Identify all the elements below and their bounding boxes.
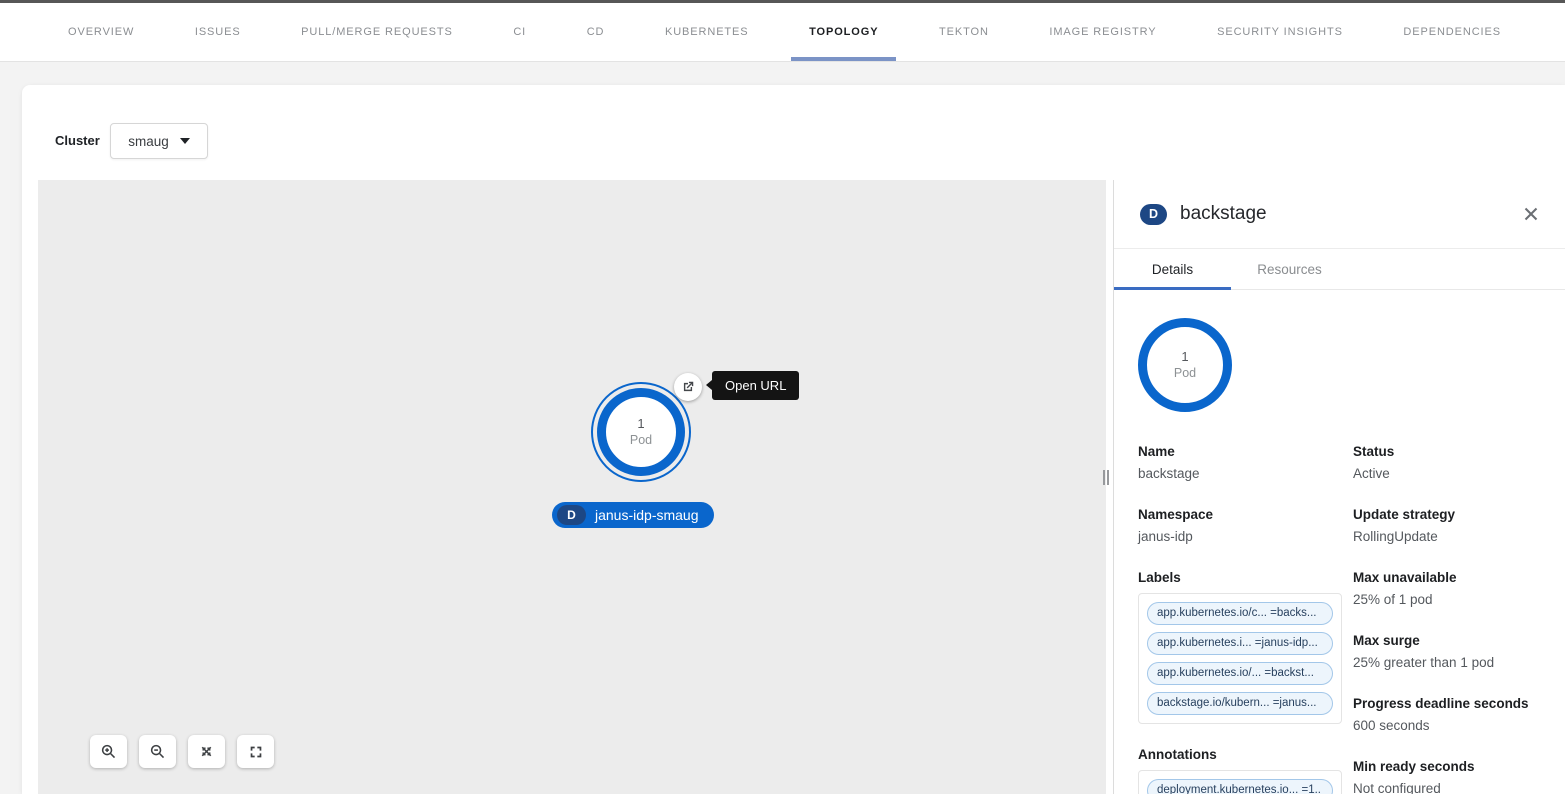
tooltip-text: Open URL [725, 378, 786, 393]
node-pod-word: Pod [630, 432, 652, 448]
deployment-badge: D [557, 505, 586, 525]
fullscreen-icon [248, 744, 264, 760]
tab-pull-merge-requests[interactable]: PULL/MERGE REQUESTS [295, 3, 459, 61]
detail-labels-label: Labels [1138, 568, 1342, 588]
detail-status-label: Status [1353, 442, 1541, 462]
tab-issues[interactable]: ISSUES [189, 3, 247, 61]
zoom-in-button[interactable] [90, 735, 127, 768]
open-url-decorator[interactable] [674, 373, 702, 401]
detail-annotations-label: Annotations [1138, 745, 1342, 765]
tab-dependencies[interactable]: DEPENDENCIES [1397, 3, 1507, 61]
chevron-down-icon [180, 138, 190, 144]
label-chip: app.kubernetes.io/... =backst... [1147, 662, 1333, 685]
labels-chip-group: app.kubernetes.io/c... =backs... app.kub… [1138, 593, 1342, 724]
label-chip: app.kubernetes.io/c... =backs... [1147, 602, 1333, 625]
canvas-controls [90, 735, 274, 768]
detail-max-unavailable-value: 25% of 1 pod [1353, 590, 1541, 610]
donut-pod-count: 1 [1181, 349, 1188, 365]
fit-to-screen-icon [198, 743, 215, 760]
tooltip-caret [706, 380, 712, 390]
entity-tab-bar: OVERVIEW ISSUES PULL/MERGE REQUESTS CI C… [0, 3, 1565, 62]
detail-max-surge-value: 25% greater than 1 pod [1353, 653, 1541, 673]
detail-column-left: Name backstage Namespace janus-idp Label… [1138, 442, 1342, 794]
detail-grid: Name backstage Namespace janus-idp Label… [1138, 442, 1541, 794]
cluster-label: Cluster [55, 133, 100, 148]
zoom-out-button[interactable] [139, 735, 176, 768]
detail-min-ready: Min ready seconds Not configured [1353, 757, 1541, 794]
tab-cd[interactable]: CD [581, 3, 611, 61]
detail-annotations: Annotations deployment.kubernetes.io... … [1138, 745, 1342, 794]
donut-pod-word: Pod [1174, 365, 1196, 381]
tab-topology[interactable]: TOPOLOGY [803, 3, 884, 61]
detail-min-ready-value: Not configured [1353, 779, 1541, 794]
detail-status-value: Active [1353, 464, 1541, 484]
details-panel-header: D backstage [1114, 180, 1565, 249]
panel-tab-details-label: Details [1152, 262, 1193, 277]
annotation-chip: deployment.kubernetes.io... =1.. [1147, 779, 1333, 794]
deployment-node-donut: 1 Pod [597, 388, 685, 476]
topology-card: Cluster smaug 1 Pod Open URL [22, 85, 1565, 794]
details-panel: D backstage Details Resources 1 Pod [1113, 180, 1565, 794]
panel-body: 1 Pod Name backstage Namespace janus-idp… [1114, 290, 1565, 794]
detail-namespace-value: janus-idp [1138, 527, 1342, 547]
detail-progress-deadline-value: 600 seconds [1353, 716, 1541, 736]
tab-overview[interactable]: OVERVIEW [62, 3, 140, 61]
close-icon [1524, 207, 1538, 221]
tab-ci[interactable]: CI [507, 3, 532, 61]
cluster-select[interactable]: smaug [110, 123, 208, 159]
open-url-tooltip: Open URL [712, 371, 799, 400]
detail-update-strategy-value: RollingUpdate [1353, 527, 1541, 547]
detail-progress-deadline-label: Progress deadline seconds [1353, 694, 1541, 714]
detail-name: Name backstage [1138, 442, 1342, 484]
panel-active-tab-indicator [1114, 287, 1231, 290]
active-tab-indicator [791, 57, 896, 61]
fullscreen-button[interactable] [237, 735, 274, 768]
detail-column-right: Status Active Update strategy RollingUpd… [1353, 442, 1541, 794]
detail-namespace: Namespace janus-idp [1138, 505, 1342, 547]
detail-update-strategy: Update strategy RollingUpdate [1353, 505, 1541, 547]
detail-max-unavailable-label: Max unavailable [1353, 568, 1541, 588]
detail-status: Status Active [1353, 442, 1541, 484]
detail-max-surge: Max surge 25% greater than 1 pod [1353, 631, 1541, 673]
topology-canvas[interactable]: 1 Pod Open URL D janus-idp-smaug [38, 180, 1106, 794]
tab-topology-label: TOPOLOGY [809, 26, 878, 38]
tab-kubernetes[interactable]: KUBERNETES [659, 3, 755, 61]
detail-namespace-label: Namespace [1138, 505, 1342, 525]
cluster-selected-value: smaug [128, 134, 169, 149]
panel-tab-details[interactable]: Details [1114, 249, 1231, 289]
detail-update-strategy-label: Update strategy [1353, 505, 1541, 525]
detail-labels: Labels app.kubernetes.io/c... =backs... … [1138, 568, 1342, 724]
tab-image-registry[interactable]: IMAGE REGISTRY [1043, 3, 1162, 61]
detail-progress-deadline: Progress deadline seconds 600 seconds [1353, 694, 1541, 736]
detail-name-value: backstage [1138, 464, 1342, 484]
zoom-out-icon [149, 743, 166, 760]
panel-tab-resources[interactable]: Resources [1231, 249, 1348, 289]
label-chip: backstage.io/kubern... =janus... [1147, 692, 1333, 715]
annotations-chip-group: deployment.kubernetes.io... =1.. [1138, 770, 1342, 794]
detail-name-label: Name [1138, 442, 1342, 462]
detail-max-surge-label: Max surge [1353, 631, 1541, 651]
panel-title: backstage [1180, 203, 1267, 225]
tab-security-insights[interactable]: SECURITY INSIGHTS [1211, 3, 1349, 61]
pod-donut[interactable]: 1 Pod [1138, 318, 1232, 412]
close-panel-button[interactable] [1524, 207, 1538, 221]
external-link-icon [681, 380, 695, 394]
label-chip: app.kubernetes.i... =janus-idp... [1147, 632, 1333, 655]
panel-resize-handle[interactable] [1103, 468, 1109, 486]
detail-min-ready-label: Min ready seconds [1353, 757, 1541, 777]
node-label-text: janus-idp-smaug [595, 507, 699, 523]
node-label[interactable]: D janus-idp-smaug [552, 502, 714, 528]
deployment-badge: D [1140, 204, 1167, 225]
detail-max-unavailable: Max unavailable 25% of 1 pod [1353, 568, 1541, 610]
fit-to-screen-button[interactable] [188, 735, 225, 768]
node-pod-count: 1 [637, 416, 644, 432]
tab-tekton[interactable]: TEKTON [933, 3, 995, 61]
deployment-node[interactable]: 1 Pod [591, 382, 691, 482]
panel-tab-bar: Details Resources [1114, 249, 1565, 290]
zoom-in-icon [100, 743, 117, 760]
